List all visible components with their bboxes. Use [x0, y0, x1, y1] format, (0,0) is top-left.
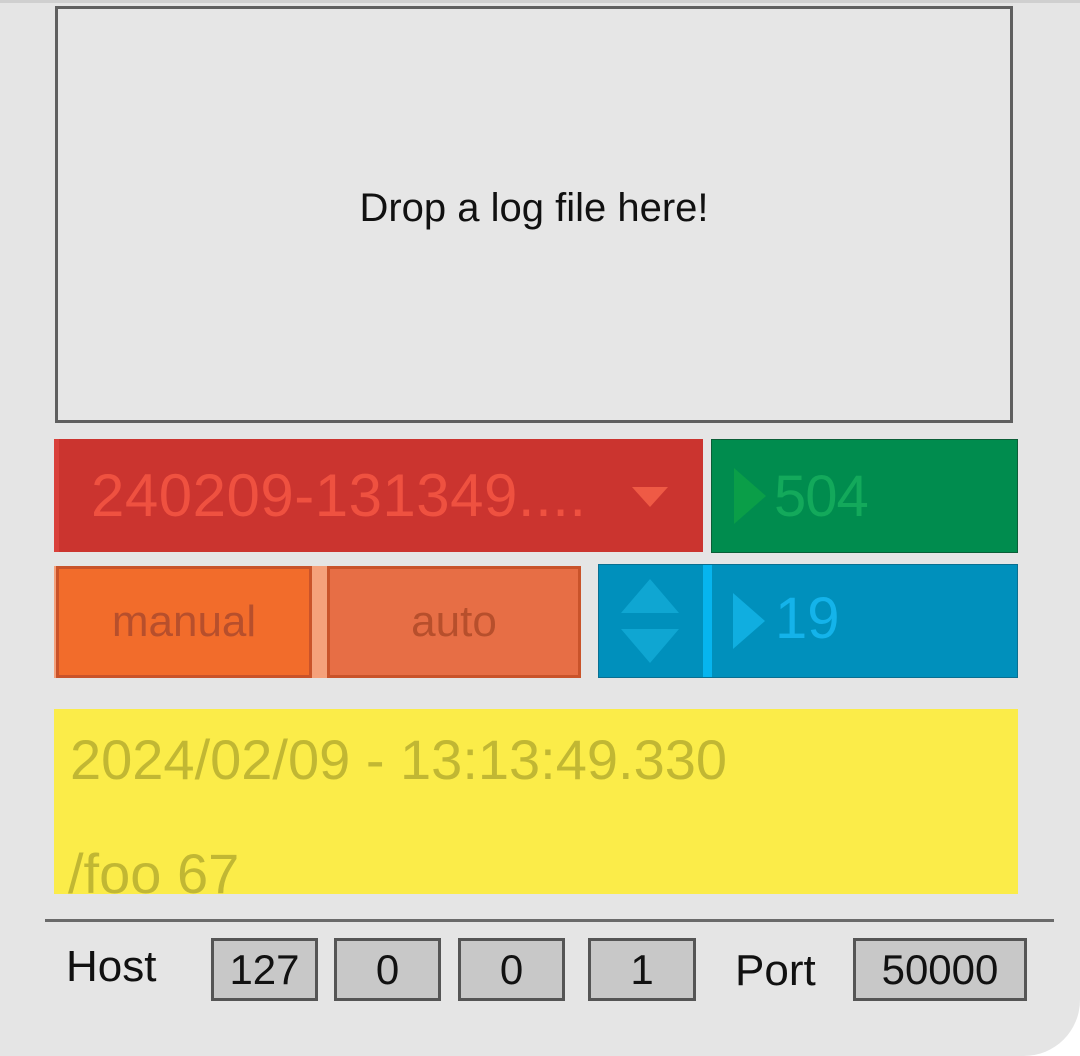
play-triangle-icon [733, 593, 765, 649]
port-label: Port [735, 946, 816, 995]
log-file-menu-value: 240209-131349.... [91, 462, 587, 529]
message-display: 2024/02/09 - 13:13:49.330 /foo 67 [54, 709, 1018, 905]
host-octet-3-value: 0 [499, 945, 524, 993]
auto-mode-button[interactable]: auto [327, 566, 581, 678]
message-count-value: 504 [774, 463, 869, 529]
auto-mode-label: auto [411, 597, 497, 646]
message-count-number-box[interactable]: 504 [711, 439, 1018, 553]
host-octet-2-value: 0 [375, 945, 400, 993]
port-value: 50000 [881, 945, 999, 993]
divider [45, 919, 1054, 922]
host-octet-1-value: 127 [229, 945, 300, 993]
top-border [0, 0, 1080, 3]
stepper-up-icon[interactable] [621, 579, 679, 613]
host-label: Host [66, 942, 157, 991]
port-field[interactable]: 50000 [853, 938, 1027, 1001]
index-stepper[interactable] [599, 565, 703, 677]
manual-mode-label: manual [111, 597, 257, 646]
host-octet-2-field[interactable]: 0 [334, 938, 441, 1001]
message-timestamp: 2024/02/09 - 13:13:49.330 [70, 728, 728, 791]
host-octet-4-field[interactable]: 1 [588, 938, 696, 1001]
playback-mode-tabs: manual auto [54, 566, 581, 678]
stepper-divider [703, 565, 712, 677]
message-index-value: 19 [775, 586, 840, 651]
stepper-down-icon[interactable] [621, 629, 679, 663]
dropzone-label: Drop a log file here! [359, 186, 709, 230]
log-file-dropzone[interactable]: Drop a log file here! [55, 6, 1013, 423]
play-triangle-icon [734, 468, 766, 524]
log-file-menu[interactable]: 240209-131349.... [54, 439, 703, 552]
chevron-down-icon [632, 487, 668, 507]
message-index-number-box[interactable]: 19 [598, 564, 1018, 678]
patcher-panel: Drop a log file here! 240209-131349.... … [0, 0, 1080, 1056]
manual-mode-button[interactable]: manual [56, 566, 312, 678]
host-octet-1-field[interactable]: 127 [211, 938, 318, 1001]
host-octet-4-value: 1 [630, 945, 654, 993]
message-content: /foo 67 [68, 842, 240, 905]
host-octet-3-field[interactable]: 0 [458, 938, 565, 1001]
